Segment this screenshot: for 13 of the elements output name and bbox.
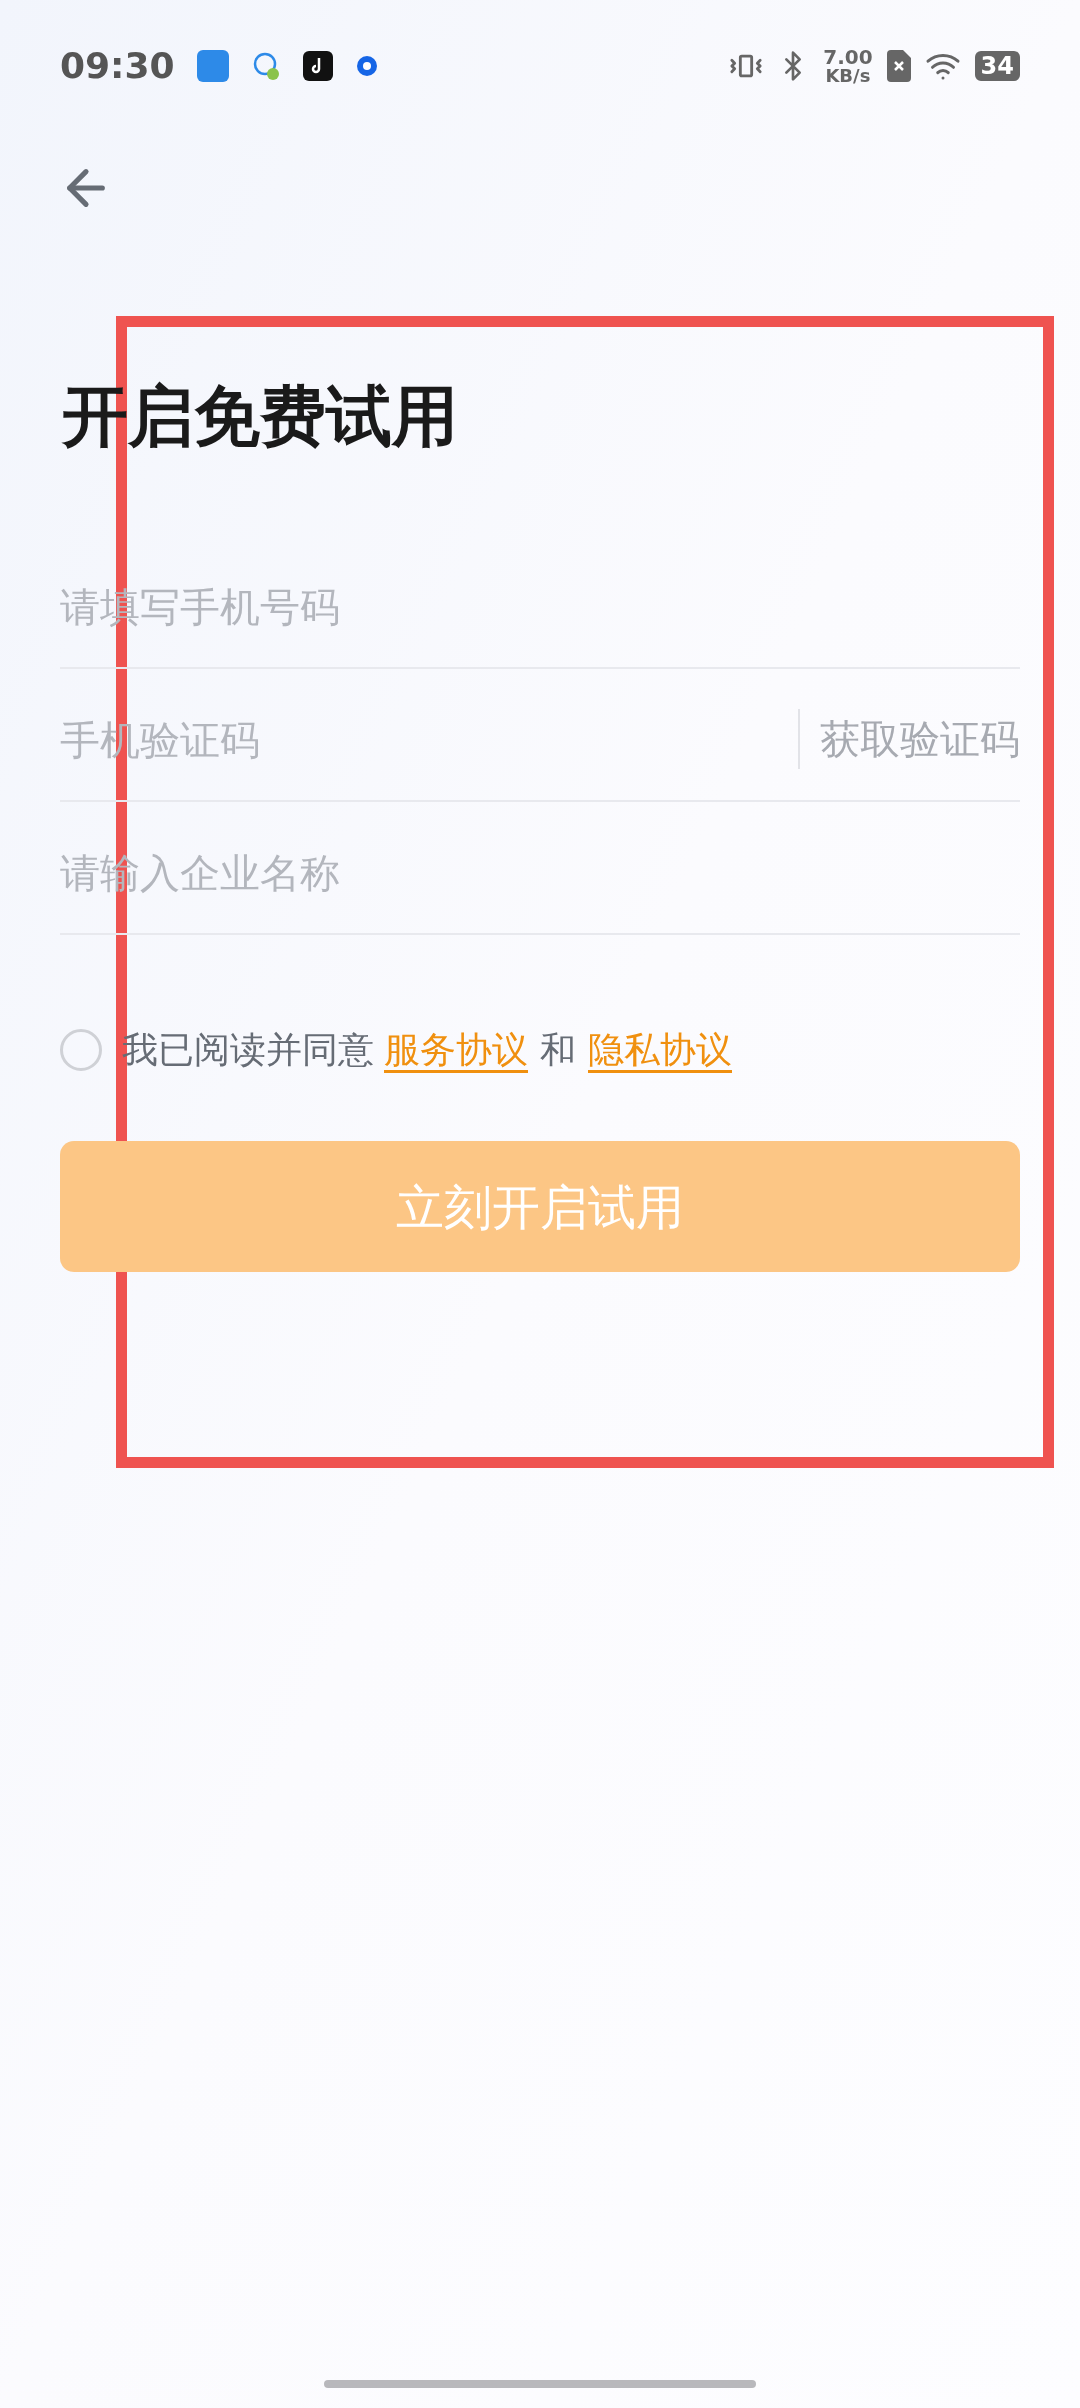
clock: 09:30 — [60, 44, 175, 88]
speed-value: 7.00 — [823, 47, 873, 67]
conjunction-text: 和 — [540, 1028, 576, 1072]
sim-icon — [886, 50, 911, 82]
agreement-checkbox[interactable] — [60, 1029, 102, 1071]
terms-link[interactable]: 服务协议 — [384, 1023, 528, 1077]
app-icon — [302, 51, 333, 81]
app-icon — [354, 54, 379, 78]
speed-unit: KB/s — [825, 67, 871, 85]
get-code-button[interactable]: 获取验证码 — [798, 708, 1020, 769]
app-icon — [196, 50, 229, 82]
battery-indicator: 34 — [974, 51, 1020, 81]
privacy-link[interactable]: 隐私协议 — [588, 1023, 732, 1077]
